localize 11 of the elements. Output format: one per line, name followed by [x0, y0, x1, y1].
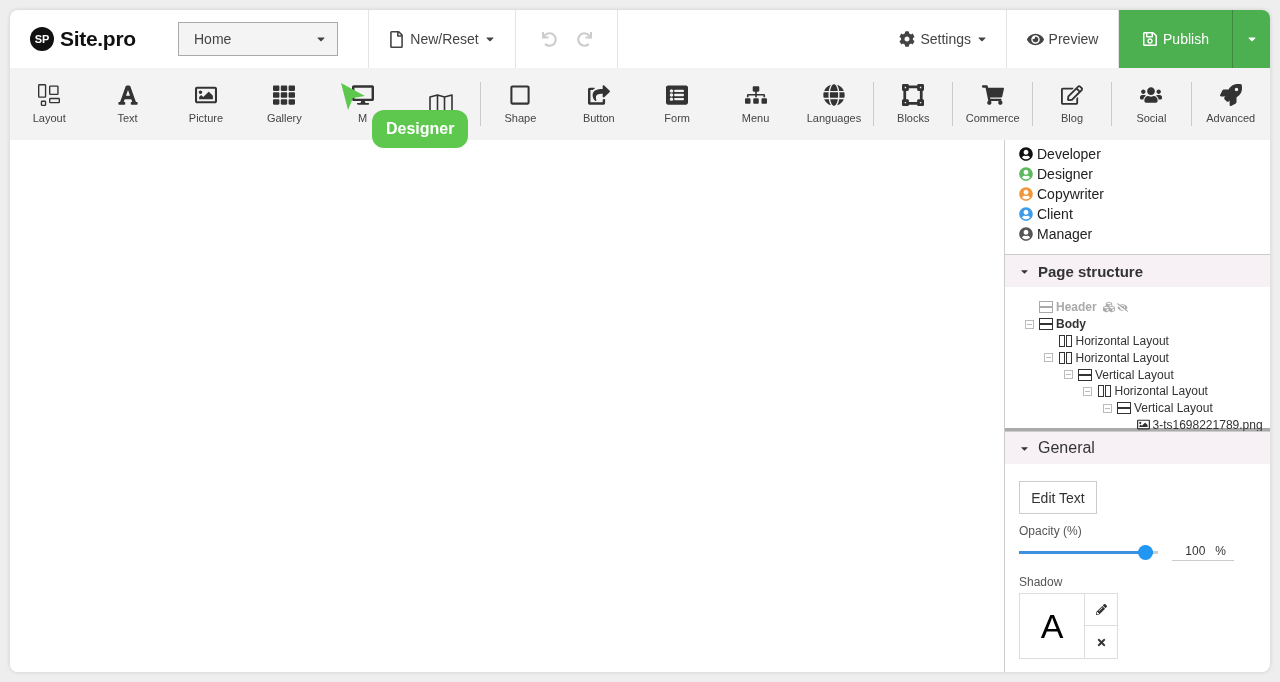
shadow-label: Shadow — [1019, 575, 1064, 589]
logo-text: Site.pro — [60, 27, 136, 51]
logo-badge: SP — [30, 27, 54, 51]
role-name: Developer — [1037, 145, 1101, 162]
shadow-preview: A — [1019, 593, 1085, 659]
role-name: Client — [1037, 205, 1073, 222]
role-name: Manager — [1037, 225, 1093, 242]
opacity-label: Opacity (%) — [1019, 524, 1083, 538]
tooltip: Designer — [372, 110, 469, 148]
role-name: Designer — [1037, 165, 1094, 182]
role-name: Copywriter — [1037, 185, 1104, 202]
